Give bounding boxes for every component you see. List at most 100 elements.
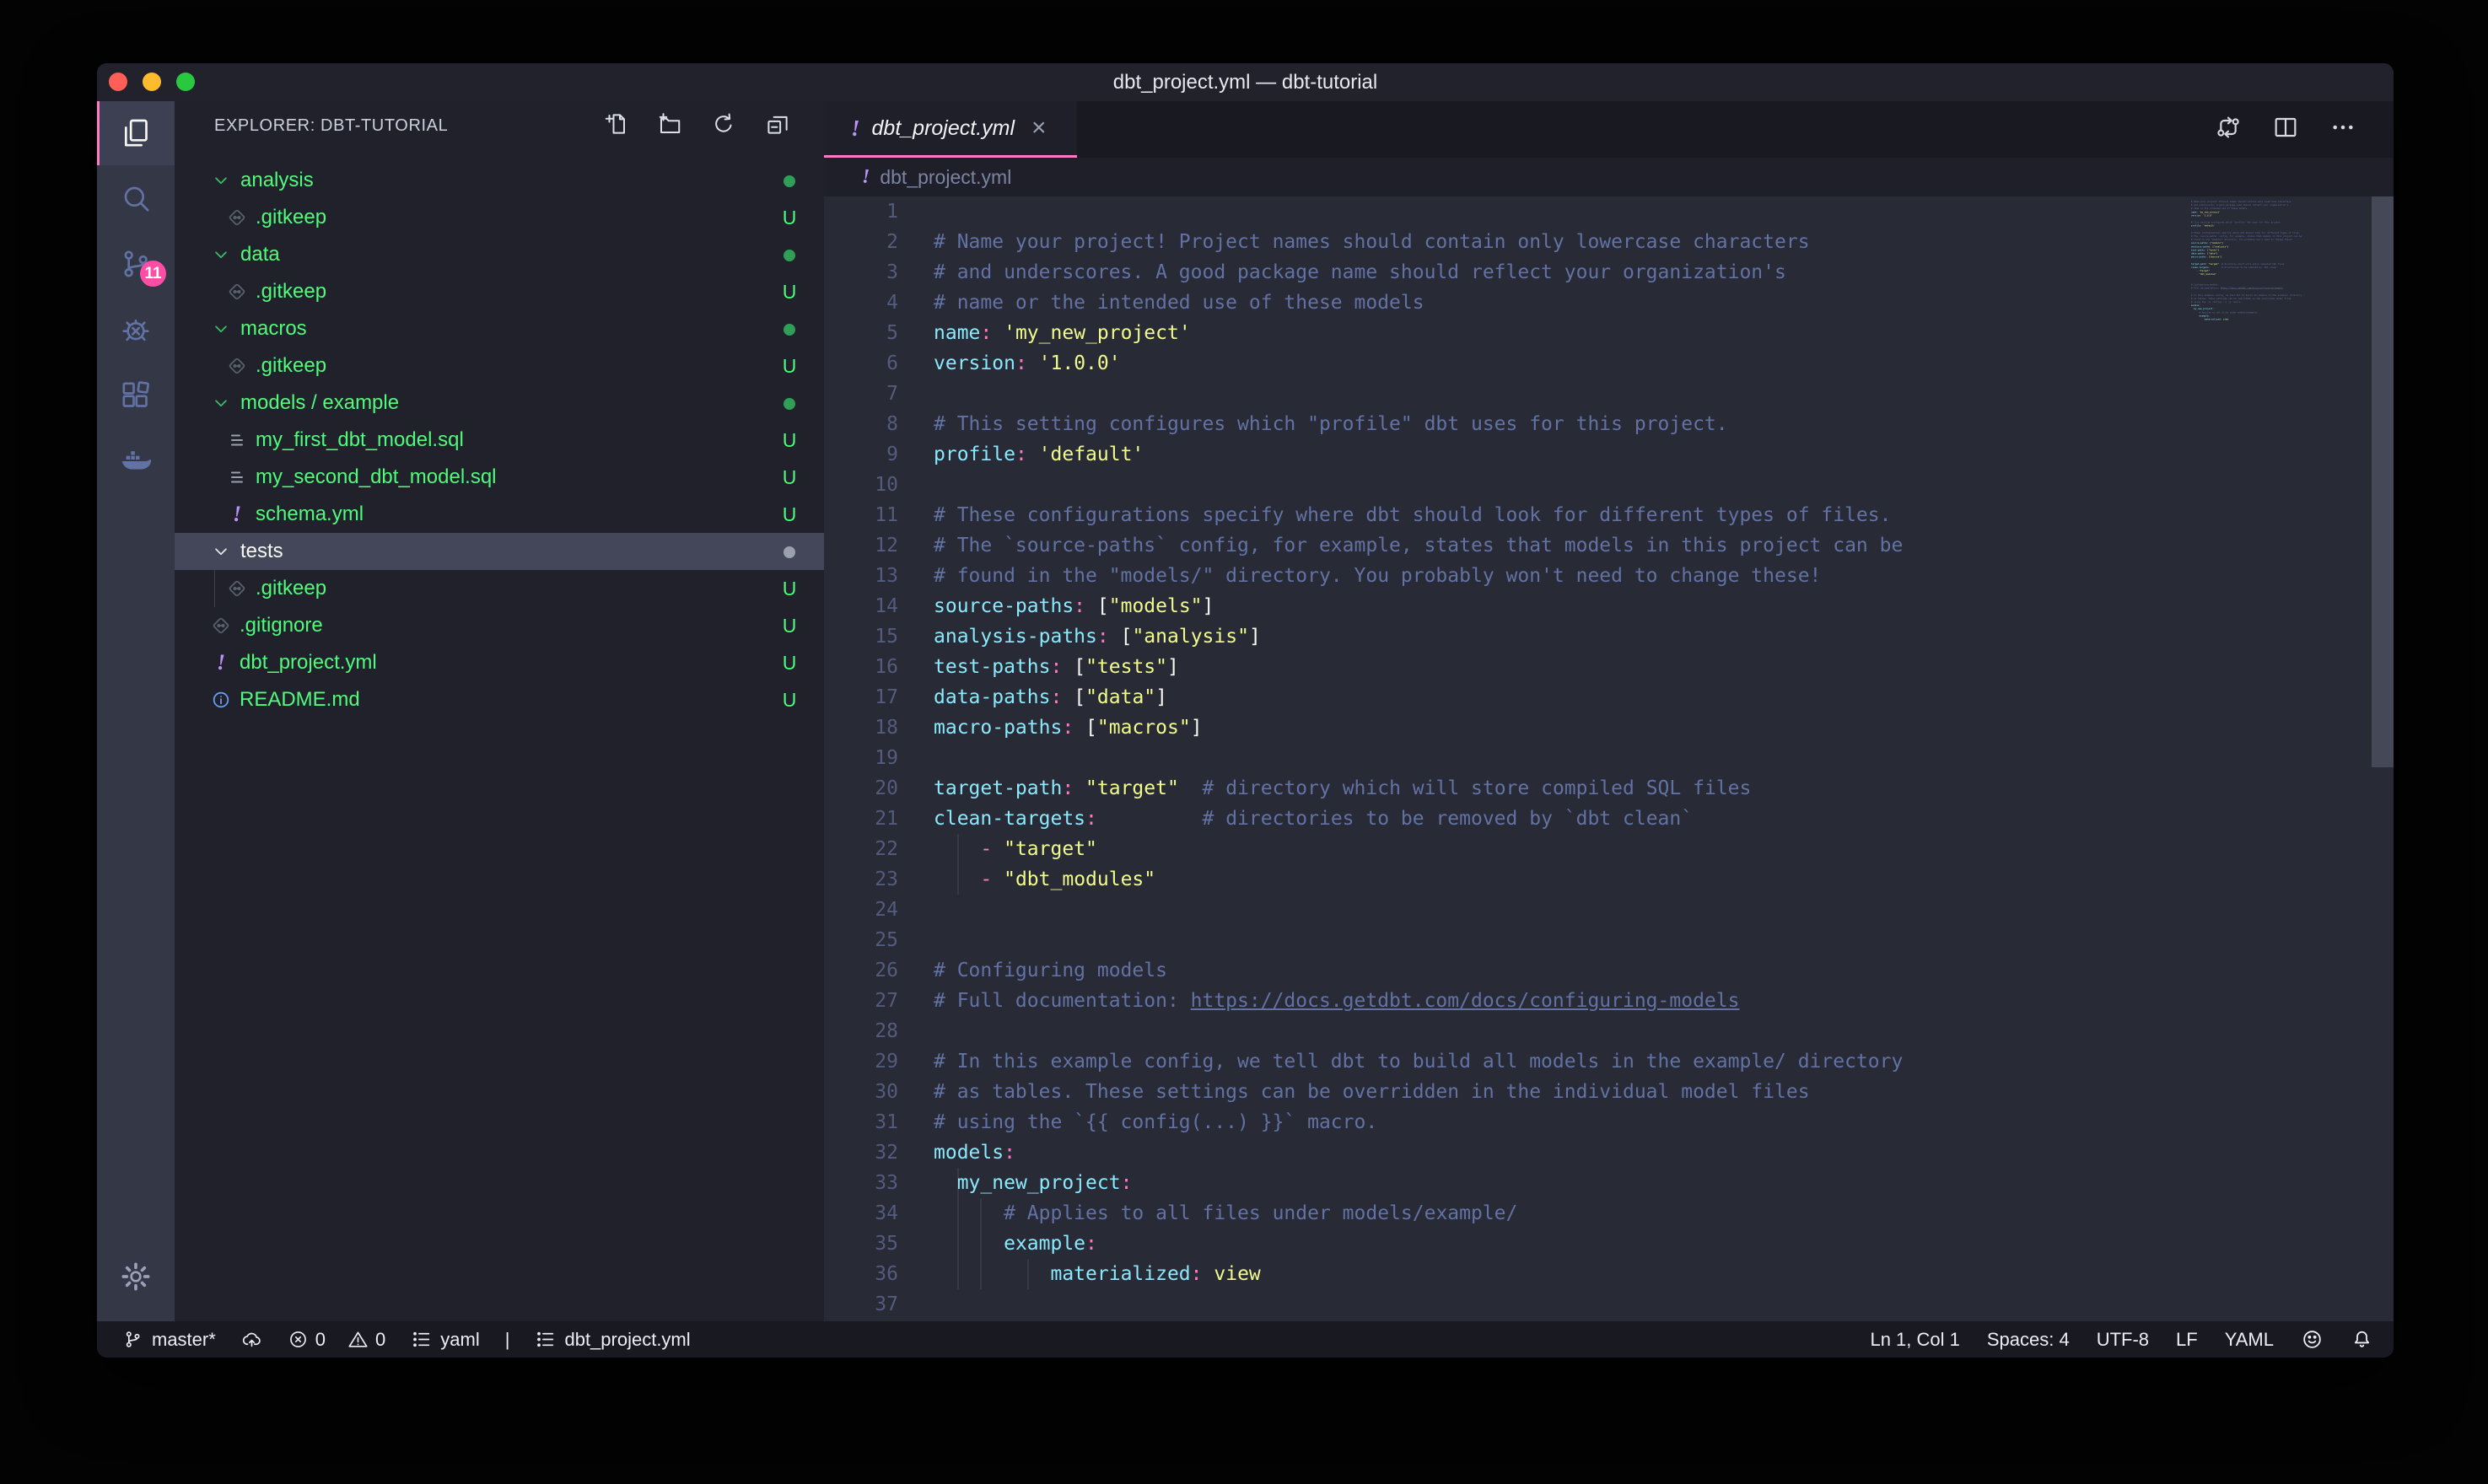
tree-item-macros[interactable]: macros (175, 310, 824, 347)
activity-debug-icon[interactable] (97, 297, 175, 363)
code-line-10[interactable]: 10 (824, 470, 2394, 500)
new-folder-icon[interactable] (657, 111, 682, 141)
status-eol[interactable]: LF (2176, 1329, 2198, 1351)
tree-item-label: tests (240, 540, 283, 563)
yaml-schema-language[interactable]: yaml (411, 1329, 479, 1351)
tab-dbt-project-yml[interactable]: ! dbt_project.yml × (824, 101, 1077, 158)
activity-explorer-icon[interactable] (97, 101, 175, 165)
code-line-30[interactable]: 30# as tables. These settings can be ove… (824, 1077, 2394, 1107)
code-line-28[interactable]: 28 (824, 1016, 2394, 1046)
tree-item-label: .gitignore (240, 614, 323, 637)
refresh-explorer-icon[interactable] (711, 111, 736, 141)
code-line-18[interactable]: 18macro-paths: ["macros"] (824, 712, 2394, 743)
code-line-22[interactable]: 22 - "target" (824, 834, 2394, 864)
status-language-mode[interactable]: YAML (2225, 1329, 2274, 1351)
code-line-35[interactable]: 35 example: (824, 1229, 2394, 1259)
code-line-19[interactable]: 19 (824, 743, 2394, 773)
code-line-31[interactable]: 31# using the `{{ config(...) }}` macro. (824, 1107, 2394, 1137)
cloud-upload-icon (241, 1329, 262, 1350)
close-tab-icon[interactable]: × (1031, 116, 1047, 141)
sync-changes-button[interactable] (241, 1329, 262, 1350)
code-line-32[interactable]: 32models: (824, 1137, 2394, 1168)
code-line-20[interactable]: 20target-path: "target" # directory whic… (824, 773, 2394, 804)
line-number: 18 (824, 712, 898, 743)
tree-item--gitkeep[interactable]: .gitkeepU (175, 347, 824, 384)
activity-docker-icon[interactable] (97, 428, 175, 494)
editor-scrollbar[interactable] (2372, 196, 2394, 1321)
code-line-4[interactable]: 4# name or the intended use of these mod… (824, 288, 2394, 318)
status-encoding[interactable]: UTF-8 (2097, 1329, 2149, 1351)
code-line-34[interactable]: 34 # Applies to all files under models/e… (824, 1198, 2394, 1229)
git-file-icon (210, 615, 232, 637)
tree-item-label: .gitkeep (256, 280, 326, 304)
code-line-21[interactable]: 21clean-targets: # directories to be rem… (824, 804, 2394, 834)
minimap[interactable]: # Name your project! Project names shoul… (2191, 196, 2372, 1321)
code-line-15[interactable]: 15analysis-paths: ["analysis"] (824, 621, 2394, 652)
code-line-24[interactable]: 24 (824, 895, 2394, 925)
activity-search-icon[interactable] (97, 165, 175, 231)
status-indentation[interactable]: Spaces: 4 (1987, 1329, 2070, 1351)
activity-extensions-icon[interactable] (97, 363, 175, 428)
code-line-1[interactable]: 1 (824, 196, 2394, 227)
new-file-icon[interactable] (603, 111, 628, 141)
more-actions-icon[interactable] (2329, 114, 2356, 145)
code-line-17[interactable]: 17data-paths: ["data"] (824, 682, 2394, 712)
tree-item--gitkeep[interactable]: .gitkeepU (175, 570, 824, 607)
code-line-6[interactable]: 6version: '1.0.0' (824, 348, 2394, 379)
collapse-folders-icon[interactable] (765, 111, 790, 141)
line-number: 25 (824, 925, 898, 955)
scrollbar-thumb[interactable] (2372, 196, 2394, 767)
code-line-29[interactable]: 29# In this example config, we tell dbt … (824, 1046, 2394, 1077)
code-line-7[interactable]: 7 (824, 379, 2394, 409)
breadcrumb-file-label[interactable]: dbt_project.yml (880, 166, 1011, 189)
tree-item--gitkeep[interactable]: .gitkeepU (175, 273, 824, 310)
code-line-12[interactable]: 12# The `source-paths` config, for examp… (824, 530, 2394, 561)
line-number: 10 (824, 470, 898, 500)
tree-item-tests[interactable]: tests (175, 533, 824, 570)
docs-link[interactable]: https://docs.getdbt.com/docs/configuring… (2221, 287, 2283, 289)
tree-item-label: .gitkeep (256, 577, 326, 600)
problems-status[interactable]: 0 0 (288, 1329, 386, 1351)
activity-source-control-icon[interactable]: 11 (97, 231, 175, 297)
tree-item-models-example[interactable]: models / example (175, 384, 824, 422)
notifications-bell-icon[interactable] (2351, 1328, 2373, 1351)
tree-item--gitignore[interactable]: .gitignoreU (175, 607, 824, 644)
split-editor-icon[interactable] (2272, 114, 2299, 145)
code-line-8[interactable]: 8# This setting configures which "profil… (824, 409, 2394, 439)
code-line-14[interactable]: 14source-paths: ["models"] (824, 591, 2394, 621)
code-line-5[interactable]: 5name: 'my_new_project' (824, 318, 2394, 348)
code-line-9[interactable]: 9profile: 'default' (824, 439, 2394, 470)
code-editor[interactable]: 12# Name your project! Project names sho… (824, 196, 2394, 1321)
code-line-25[interactable]: 25 (824, 925, 2394, 955)
tree-item--gitkeep[interactable]: .gitkeepU (175, 199, 824, 236)
tree-item-readme-md[interactable]: README.mdU (175, 681, 824, 718)
breadcrumb[interactable]: ! dbt_project.yml (824, 158, 2394, 196)
git-branch-status[interactable]: master* (122, 1329, 216, 1351)
code-line-37[interactable]: 37 (824, 1289, 2394, 1320)
line-number: 20 (824, 773, 898, 804)
tree-item-analysis[interactable]: analysis (175, 162, 824, 199)
yaml-schema-file[interactable]: dbt_project.yml (535, 1329, 690, 1351)
settings-gear-icon[interactable] (97, 1244, 175, 1309)
tree-item-dbt-project-yml[interactable]: !dbt_project.ymlU (175, 644, 824, 681)
code-line-11[interactable]: 11# These configurations specify where d… (824, 500, 2394, 530)
code-line-13[interactable]: 13# found in the "models/" directory. Yo… (824, 561, 2394, 591)
feedback-smiley-icon[interactable] (2301, 1328, 2324, 1351)
code-line-26[interactable]: 26# Configuring models (824, 955, 2394, 986)
code-line-3[interactable]: 3# and underscores. A good package name … (824, 257, 2394, 288)
status-cursor-position[interactable]: Ln 1, Col 1 (1870, 1329, 1959, 1351)
code-line-16[interactable]: 16test-paths: ["tests"] (824, 652, 2394, 682)
yaml-warning-icon: ! (851, 116, 860, 142)
tree-item-my-first-dbt-model-sql[interactable]: my_first_dbt_model.sqlU (175, 422, 824, 459)
code-line-23[interactable]: 23 - "dbt_modules" (824, 864, 2394, 895)
tree-item-data[interactable]: data (175, 236, 824, 273)
code-line-2[interactable]: 2# Name your project! Project names shou… (824, 227, 2394, 257)
open-changes-icon[interactable] (2215, 114, 2242, 145)
tree-item-my-second-dbt-model-sql[interactable]: my_second_dbt_model.sqlU (175, 459, 824, 496)
line-number: 27 (824, 986, 898, 1016)
code-line-27[interactable]: 27# Full documentation: https://docs.get… (824, 986, 2394, 1016)
tree-item-schema-yml[interactable]: !schema.ymlU (175, 496, 824, 533)
code-line-33[interactable]: 33 my_new_project: (824, 1168, 2394, 1198)
docs-link[interactable]: https://docs.getdbt.com/docs/configuring… (1191, 990, 1740, 1012)
code-line-36[interactable]: 36 materialized: view (824, 1259, 2394, 1289)
